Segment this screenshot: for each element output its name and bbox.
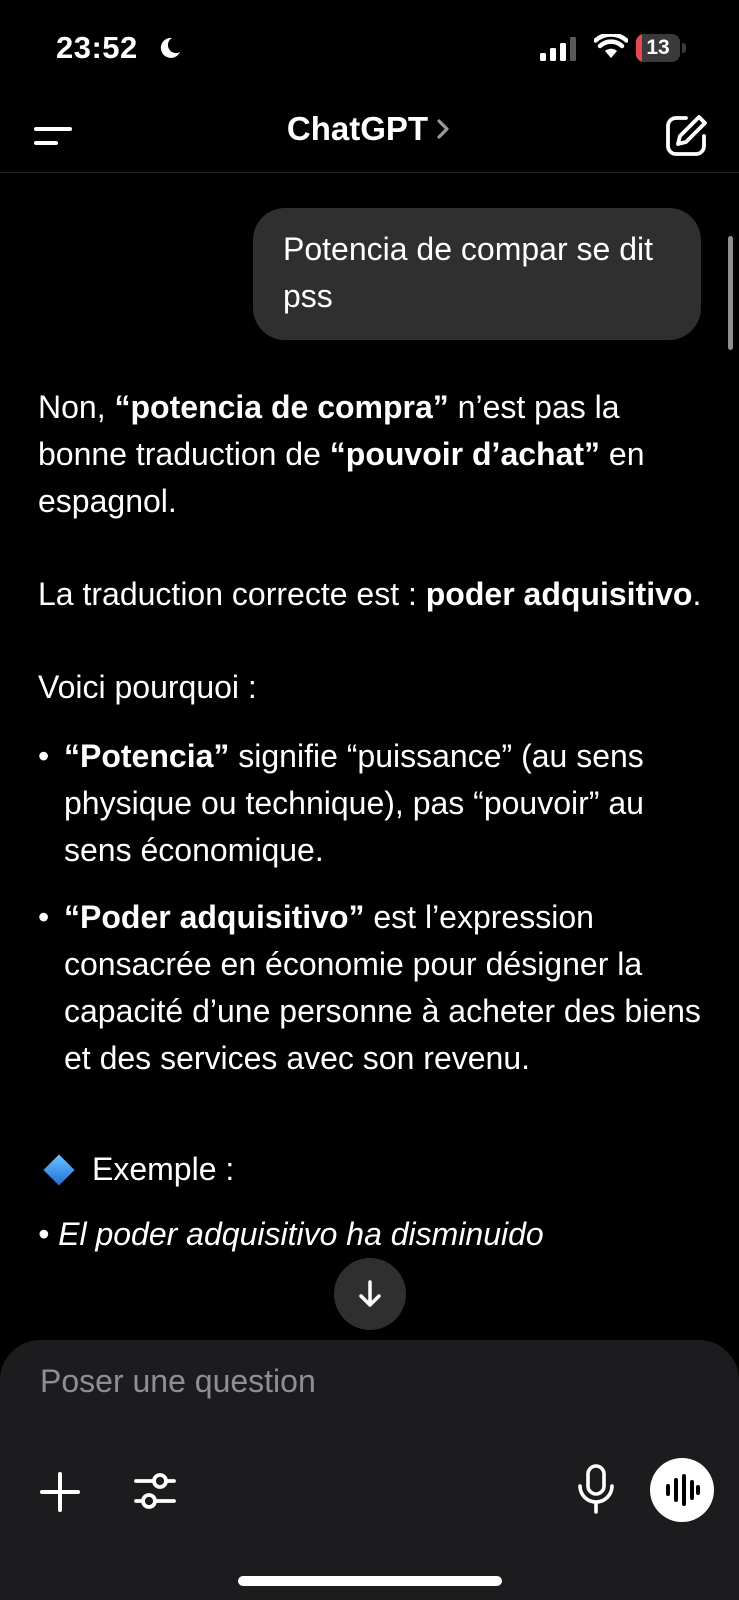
answer-paragraph-2: La traduction correcte est : poder adqui… xyxy=(38,571,708,618)
arrow-down-icon xyxy=(359,1280,381,1307)
scrollbar[interactable] xyxy=(728,236,733,350)
chevron-right-icon xyxy=(437,119,449,139)
bold-text: “Potencia” xyxy=(64,738,230,774)
bullet-item: • “Potencia” signifie “puissance” (au sen… xyxy=(38,733,708,874)
bold-text: “Poder adquisitivo” xyxy=(64,899,365,935)
bullet-item: • “Poder adquisitivo” est l’expression co… xyxy=(38,894,708,1082)
nav-header: ChatGPT xyxy=(0,100,739,173)
text-run: La traduction correcte est : xyxy=(38,576,426,612)
bold-text: “pouvoir d’achat” xyxy=(329,436,601,472)
example-text: El poder adquisitivo ha disminuido xyxy=(58,1216,544,1252)
text-run: Non, xyxy=(38,389,115,425)
text-run: . xyxy=(692,576,702,612)
user-message-text: Potencia de compar se dit pss xyxy=(283,231,653,314)
composer xyxy=(0,1340,739,1600)
battery-icon: 13 xyxy=(636,34,688,62)
battery-level: 13 xyxy=(646,36,670,59)
plus-icon[interactable] xyxy=(38,1470,82,1514)
voice-waveform-icon xyxy=(666,1474,700,1506)
status-bar: 23:52 13 xyxy=(0,0,739,100)
conversation-area[interactable]: Potencia de compar se dit pss Non, “pote… xyxy=(0,172,739,1340)
page-title: ChatGPT xyxy=(286,110,429,147)
bold-text: “potencia de compra” xyxy=(114,389,449,425)
bold-text: poder adquisitivo xyxy=(425,576,693,612)
example-heading: Exemple : xyxy=(38,1146,708,1193)
message-input[interactable] xyxy=(38,1350,642,1412)
bullet-marker: • xyxy=(38,738,50,774)
signal-icon xyxy=(540,37,576,61)
assistant-message: Non, “potencia de compra” n’est pas la b… xyxy=(38,384,708,1258)
edit-icon[interactable] xyxy=(664,112,710,158)
answer-paragraph-1: Non, “potencia de compra” n’est pas la b… xyxy=(38,384,708,525)
answer-bullet-list: • “Potencia” signifie “puissance” (au sen… xyxy=(38,733,708,1082)
example-line: • El poder adquisitivo ha disminuido xyxy=(38,1211,708,1258)
wifi-icon xyxy=(594,34,628,58)
tools-icon[interactable] xyxy=(132,1468,178,1514)
answer-paragraph-3: Voici pourquoi : xyxy=(38,669,257,705)
example-label: Exemple : xyxy=(92,1151,235,1187)
model-selector[interactable]: ChatGPT xyxy=(0,110,739,148)
home-indicator[interactable] xyxy=(238,1576,502,1586)
status-time: 23:52 xyxy=(56,30,138,65)
blue-diamond-icon xyxy=(43,1153,75,1186)
moon-icon xyxy=(160,37,180,58)
scroll-down-button[interactable] xyxy=(334,1258,406,1330)
user-message-bubble: Potencia de compar se dit pss xyxy=(253,208,701,340)
example-bullet: • xyxy=(38,1216,50,1252)
bullet-marker: • xyxy=(38,899,50,935)
mic-icon[interactable] xyxy=(576,1464,616,1516)
voice-mode-button[interactable] xyxy=(650,1458,714,1522)
